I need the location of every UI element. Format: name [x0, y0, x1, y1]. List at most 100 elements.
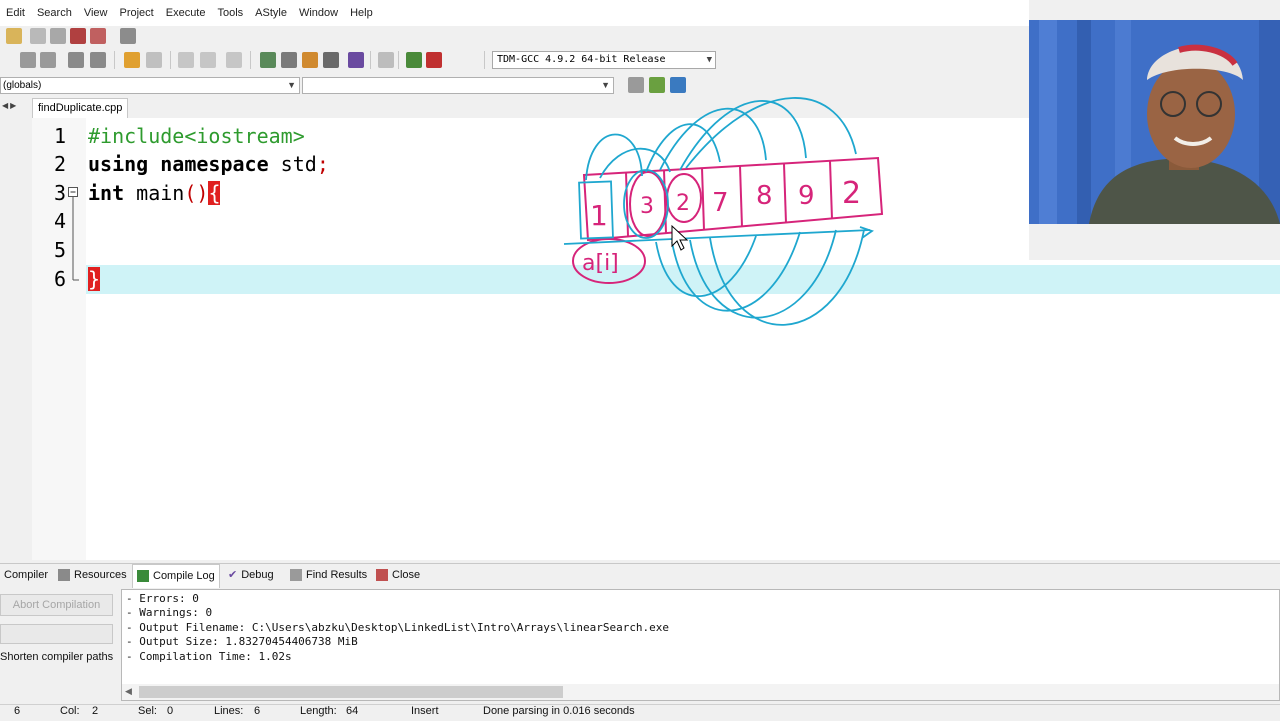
line-number: 5 [53, 238, 66, 262]
menu-window[interactable]: Window [293, 7, 344, 19]
tab-close[interactable]: Close [376, 564, 420, 587]
menu-help[interactable]: Help [344, 7, 379, 19]
hand-drawn-array-sketch: 1 3 2 7 8 9 2 a[i] [563, 97, 884, 326]
find-icon[interactable] [20, 52, 36, 68]
unindent-icon[interactable] [90, 52, 106, 68]
line-number: 6 [53, 267, 66, 291]
close-file-icon[interactable] [90, 28, 106, 44]
menu-view[interactable]: View [78, 7, 114, 19]
status-length: 64 [346, 705, 359, 717]
tab-debug[interactable]: ✔ Debug [228, 564, 274, 587]
array-value: 9 [798, 181, 815, 211]
find-icon [290, 569, 302, 582]
tab-find-results-label: Find Results [306, 569, 368, 581]
check-icon[interactable] [348, 52, 364, 68]
code-line-3: int main(){ [88, 181, 221, 205]
mouse-cursor-icon [671, 224, 689, 251]
array-value: 2 [842, 176, 861, 211]
open-icon[interactable] [30, 28, 46, 44]
close-brace-match: } [88, 267, 101, 291]
scrollbar-thumb[interactable] [139, 686, 563, 698]
tab-compile-log-label: Compile Log [153, 570, 215, 582]
open-brace-match: { [208, 181, 221, 205]
log-line: - Errors: 0 [126, 592, 199, 605]
tab-find-duplicate[interactable]: findDuplicate.cpp [32, 98, 128, 118]
log-line: - Output Filename: C:\Users\abzku\Deskto… [126, 621, 670, 634]
undo-icon[interactable] [124, 52, 140, 68]
print-icon[interactable] [120, 28, 136, 44]
int-keyword: int [88, 181, 125, 205]
tab-compiler[interactable]: Compiler [4, 564, 48, 587]
save-icon[interactable] [50, 28, 66, 44]
save-all-icon[interactable] [70, 28, 86, 44]
line-number: 2 [53, 152, 66, 176]
status-lines: 6 [254, 705, 261, 717]
compile-run-icon[interactable] [302, 52, 318, 68]
replace-icon[interactable] [40, 52, 56, 68]
menu-execute[interactable]: Execute [160, 7, 212, 19]
profile-icon[interactable] [406, 52, 422, 68]
log-line: - Output Size: 1.83270454406738 MiB [126, 635, 358, 648]
status-message: Done parsing in 0.016 seconds [483, 705, 635, 717]
status-col-label: Col: [60, 705, 80, 717]
array-value: 2 [676, 191, 690, 216]
status-lines-label: Lines: [214, 705, 244, 717]
line-number: 4 [53, 209, 66, 233]
redo-icon[interactable] [146, 52, 162, 68]
main-identifier: main [124, 181, 185, 205]
compiler-select[interactable]: TDM-GCC 4.9.2 64-bit Release ▼ [492, 51, 716, 69]
status-sel: 0 [167, 705, 174, 717]
menu-astyle[interactable]: AStyle [249, 7, 293, 19]
new-file-icon[interactable] [6, 28, 22, 44]
namespace-keyword: namespace [160, 152, 269, 176]
tab-scroll-arrows-icon[interactable]: ◀▶ [2, 101, 18, 110]
menu-project[interactable]: Project [113, 7, 159, 19]
menu-tools[interactable]: Tools [211, 7, 249, 19]
abort-compilation-button[interactable]: Abort Compilation [0, 594, 113, 616]
rebuild-icon[interactable] [323, 52, 339, 68]
stop-icon[interactable] [378, 52, 394, 68]
compiler-select-value: TDM-GCC 4.9.2 64-bit Release [497, 54, 666, 65]
webcam-presenter-image [1029, 20, 1280, 224]
scroll-left-icon[interactable]: ◀ [125, 686, 132, 697]
parentheses: () [184, 181, 209, 205]
status-col: 2 [92, 705, 99, 717]
tab-find-results[interactable]: Find Results [290, 564, 367, 587]
forward-icon[interactable] [200, 52, 216, 68]
status-line: 6 [14, 705, 21, 717]
tab-resources-label: Resources [74, 569, 127, 581]
status-mode: Insert [411, 705, 439, 717]
close-icon [376, 569, 388, 582]
array-value: 3 [640, 194, 654, 219]
array-value: 7 [712, 188, 729, 218]
delete-profile-icon[interactable] [426, 52, 442, 68]
tab-resources[interactable]: Resources [58, 564, 127, 587]
status-length-label: Length: [300, 705, 337, 717]
chevron-down-icon: ▼ [706, 55, 712, 65]
line-number: 1 [53, 124, 66, 148]
bookmark-icon[interactable] [226, 52, 242, 68]
scope-select[interactable]: (globals) ▼ [0, 77, 300, 94]
code-editor-extension[interactable] [1029, 260, 1280, 560]
code-line-1: #include<iostream> [88, 124, 305, 148]
bottom-panel-tabs: Compiler Resources Compile Log ✔ Debug Fi… [0, 563, 1280, 588]
left-panel-strip [0, 118, 32, 560]
tab-debug-label: Debug [241, 569, 274, 581]
menu-edit[interactable]: Edit [0, 7, 31, 19]
compile-icon[interactable] [260, 52, 276, 68]
fold-marker-icon[interactable] [66, 186, 82, 292]
status-bar [0, 704, 1280, 721]
code-line-6: } [88, 267, 101, 291]
run-icon[interactable] [281, 52, 297, 68]
tab-compile-log[interactable]: Compile Log [132, 564, 220, 588]
array-value: 1 [590, 199, 608, 232]
chevron-down-icon: ▼ [287, 80, 296, 90]
menu-search[interactable]: Search [31, 7, 78, 19]
indent-icon[interactable] [68, 52, 84, 68]
check-icon: ✔ [228, 569, 238, 581]
shorten-paths-checkbox[interactable]: Shorten compiler paths [0, 651, 113, 663]
back-icon[interactable] [178, 52, 194, 68]
using-keyword: using [88, 152, 149, 176]
scope-select-value: (globals) [3, 80, 42, 91]
status-sel-label: Sel: [138, 705, 157, 717]
